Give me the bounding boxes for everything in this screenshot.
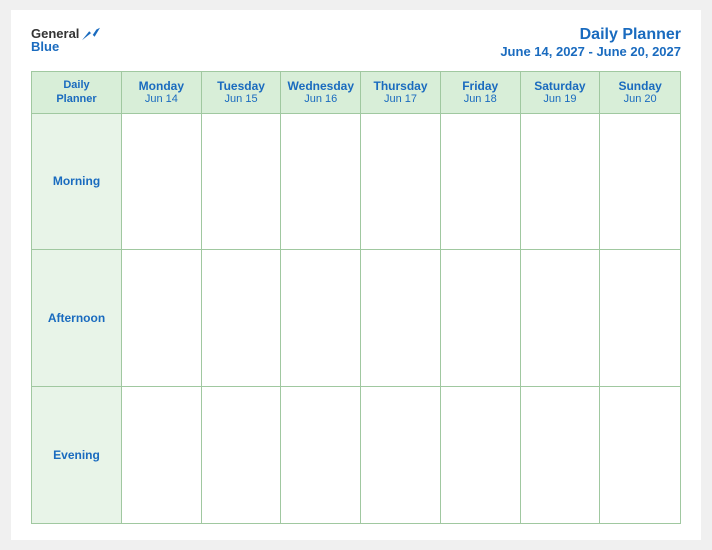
calendar-row-afternoon: Afternoon: [32, 250, 680, 387]
calendar-header-row: Daily Planner Monday Jun 14 Tuesday Jun …: [32, 72, 680, 114]
day-header-wednesday: Wednesday Jun 16: [281, 72, 361, 113]
day-header-monday: Monday Jun 14: [122, 72, 202, 113]
cal-cell-evening-saturday[interactable]: [521, 387, 601, 523]
planner-label: Daily Planner: [56, 78, 96, 107]
day-date: Jun 20: [624, 93, 657, 105]
day-header-friday: Friday Jun 18: [441, 72, 521, 113]
day-date: Jun 14: [145, 93, 178, 105]
cal-cell-morning-monday[interactable]: [122, 114, 202, 250]
time-label-cell: Evening: [32, 387, 122, 523]
planner-label-cell: Daily Planner: [32, 72, 122, 113]
cal-cell-evening-wednesday[interactable]: [281, 387, 361, 523]
day-header-saturday: Saturday Jun 19: [521, 72, 601, 113]
day-date: Jun 15: [225, 93, 258, 105]
day-date: Jun 17: [384, 93, 417, 105]
calendar-body: Morning Afternoon Evening: [32, 114, 680, 523]
cal-cell-evening-friday[interactable]: [441, 387, 521, 523]
time-label-cell: Afternoon: [32, 250, 122, 386]
cal-cell-morning-sunday[interactable]: [600, 114, 680, 250]
day-name: Friday: [462, 79, 498, 93]
cal-cell-evening-monday[interactable]: [122, 387, 202, 523]
day-header-tuesday: Tuesday Jun 15: [202, 72, 282, 113]
daily-planner-page: General Blue Daily Planner June 14, 2027…: [11, 10, 701, 540]
cal-cell-evening-thursday[interactable]: [361, 387, 441, 523]
cal-cell-afternoon-sunday[interactable]: [600, 250, 680, 386]
day-name: Wednesday: [288, 79, 354, 93]
calendar: Daily Planner Monday Jun 14 Tuesday Jun …: [31, 71, 681, 524]
calendar-row-morning: Morning: [32, 114, 680, 251]
day-date: Jun 18: [464, 93, 497, 105]
day-header-thursday: Thursday Jun 17: [361, 72, 441, 113]
cal-cell-morning-friday[interactable]: [441, 114, 521, 250]
day-name: Monday: [139, 79, 184, 93]
cal-cell-afternoon-monday[interactable]: [122, 250, 202, 386]
time-label: Afternoon: [48, 311, 105, 325]
time-label: Morning: [53, 174, 100, 188]
cal-cell-afternoon-saturday[interactable]: [521, 250, 601, 386]
header-right: Daily Planner June 14, 2027 - June 20, 2…: [500, 26, 681, 59]
logo-bird-icon: [82, 27, 100, 41]
header: General Blue Daily Planner June 14, 2027…: [31, 26, 681, 59]
planner-title: Daily Planner: [500, 26, 681, 44]
logo-blue-text: Blue: [31, 39, 59, 54]
day-name: Thursday: [373, 79, 427, 93]
cal-cell-morning-thursday[interactable]: [361, 114, 441, 250]
day-date: Jun 16: [304, 93, 337, 105]
cal-cell-evening-sunday[interactable]: [600, 387, 680, 523]
date-range: June 14, 2027 - June 20, 2027: [500, 44, 681, 59]
day-name: Saturday: [534, 79, 585, 93]
cal-cell-afternoon-wednesday[interactable]: [281, 250, 361, 386]
calendar-row-evening: Evening: [32, 387, 680, 523]
cal-cell-evening-tuesday[interactable]: [202, 387, 282, 523]
cal-cell-afternoon-friday[interactable]: [441, 250, 521, 386]
day-name: Tuesday: [217, 79, 265, 93]
day-name: Sunday: [618, 79, 661, 93]
cal-cell-afternoon-thursday[interactable]: [361, 250, 441, 386]
cal-cell-morning-saturday[interactable]: [521, 114, 601, 250]
time-label-cell: Morning: [32, 114, 122, 250]
day-date: Jun 19: [543, 93, 576, 105]
day-header-sunday: Sunday Jun 20: [600, 72, 680, 113]
cal-cell-afternoon-tuesday[interactable]: [202, 250, 282, 386]
time-label: Evening: [53, 448, 100, 462]
cal-cell-morning-tuesday[interactable]: [202, 114, 282, 250]
cal-cell-morning-wednesday[interactable]: [281, 114, 361, 250]
logo: General Blue: [31, 26, 100, 54]
